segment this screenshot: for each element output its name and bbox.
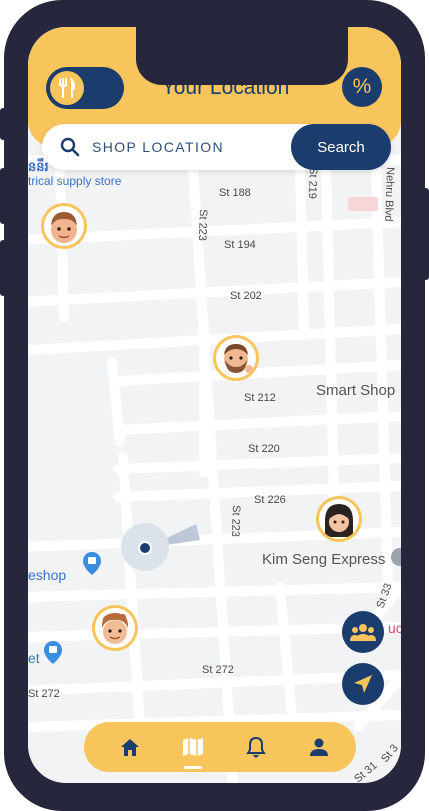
navigate-button[interactable] <box>342 663 384 705</box>
search-input[interactable] <box>92 137 272 157</box>
svg-text:eshop: eshop <box>28 567 66 583</box>
svg-text:trical supply store: trical supply store <box>28 174 122 188</box>
discount-button[interactable]: % <box>342 67 382 107</box>
food-mode-toggle[interactable] <box>46 67 124 109</box>
navigate-arrow-icon <box>354 675 372 693</box>
svg-text:St 223: St 223 <box>229 505 242 537</box>
bottom-nav <box>84 722 356 772</box>
svg-text:St 188: St 188 <box>219 187 251 199</box>
nav-notifications[interactable] <box>233 722 279 772</box>
svg-text:et: et <box>28 650 40 666</box>
svg-text:uc: uc <box>388 620 401 636</box>
svg-text:St 272: St 272 <box>202 664 234 676</box>
group-button[interactable] <box>342 611 384 653</box>
nav-home[interactable] <box>107 722 153 772</box>
svg-text:St 219: St 219 <box>306 167 319 199</box>
map-icon <box>183 738 203 756</box>
active-tab-indicator <box>184 766 202 769</box>
group-icon <box>350 624 376 641</box>
avatar-curly-boy-icon[interactable] <box>92 605 138 651</box>
bell-icon <box>246 736 266 758</box>
svg-text:Nehru Blvd: Nehru Blvd <box>382 167 396 222</box>
svg-text:St 194: St 194 <box>224 239 256 251</box>
percent-icon: % <box>352 75 372 98</box>
home-icon <box>121 739 139 756</box>
svg-text:St 220: St 220 <box>248 443 280 455</box>
avatar-bearded-man-icon[interactable] <box>213 335 259 381</box>
search-bar: Search <box>42 124 391 170</box>
nav-map[interactable] <box>170 722 216 772</box>
svg-text:St 272: St 272 <box>28 688 60 700</box>
svg-text:St 226: St 226 <box>254 494 286 506</box>
nav-profile[interactable] <box>296 722 342 772</box>
avatar-girl-icon[interactable] <box>316 496 362 542</box>
svg-text:St 212: St 212 <box>244 392 276 404</box>
svg-text:Kim Seng Express: Kim Seng Express <box>262 551 385 568</box>
fork-knife-icon <box>50 71 84 105</box>
phone-notch <box>136 27 348 85</box>
svg-text:St 223: St 223 <box>196 209 209 241</box>
svg-text:Smart Shop: Smart Shop <box>316 382 395 399</box>
user-icon <box>310 738 328 756</box>
avatar-boy-icon[interactable] <box>41 203 87 249</box>
search-icon <box>60 137 80 157</box>
search-button[interactable]: Search <box>291 124 391 170</box>
svg-text:St 202: St 202 <box>230 290 262 302</box>
app-screen: St 188 St 194 St 202 St 212 St 220 St 22… <box>28 27 401 783</box>
